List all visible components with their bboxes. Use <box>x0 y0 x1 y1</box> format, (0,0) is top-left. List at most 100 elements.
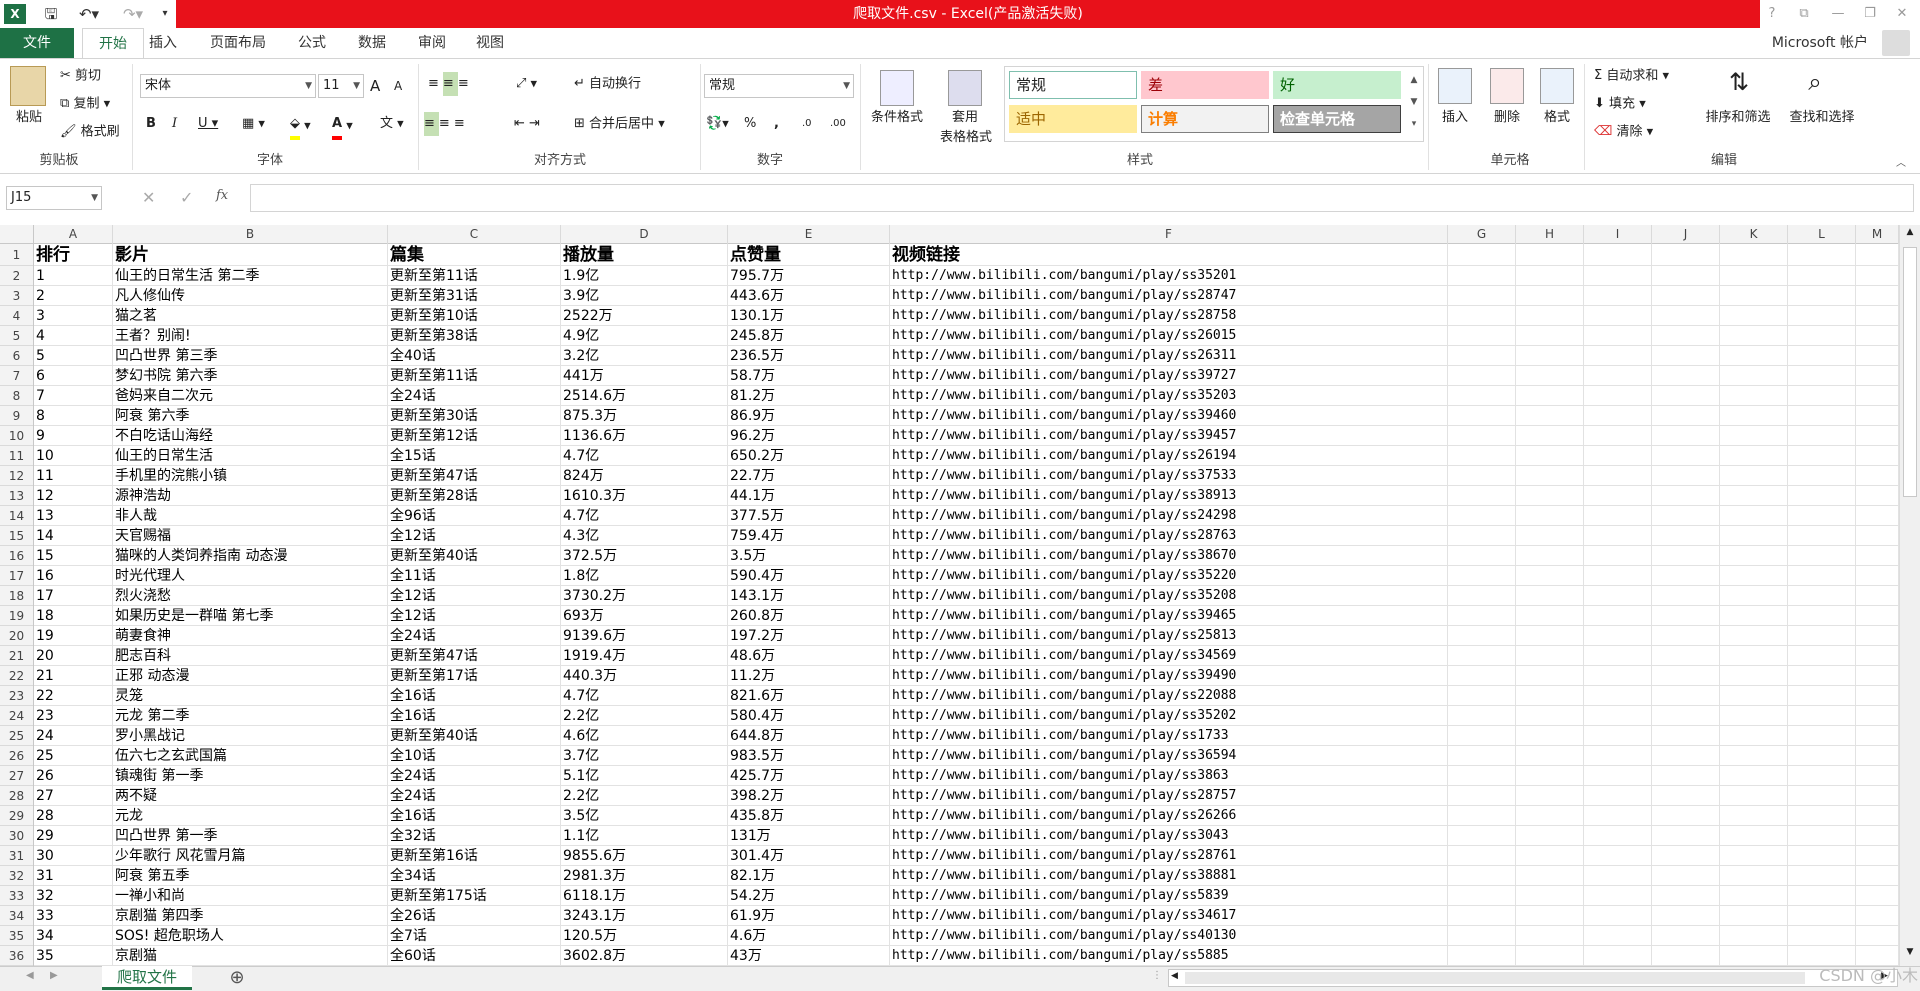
table-cell[interactable]: 源神浩劫 <box>113 486 388 506</box>
table-cell[interactable]: 20 <box>34 646 113 666</box>
clear-button[interactable]: ⌫ 清除 ▾ <box>1594 120 1674 144</box>
table-cell[interactable] <box>1856 406 1899 426</box>
table-cell[interactable] <box>1788 926 1856 946</box>
table-cell[interactable] <box>1652 346 1720 366</box>
row-header[interactable]: 25 <box>0 726 33 746</box>
row-header[interactable]: 8 <box>0 386 33 406</box>
table-cell[interactable]: 京剧猫 第四季 <box>113 906 388 926</box>
table-cell[interactable]: 48.6万 <box>728 646 890 666</box>
table-cell[interactable] <box>1788 846 1856 866</box>
table-cell[interactable] <box>1720 446 1788 466</box>
table-cell[interactable] <box>1448 946 1516 966</box>
bold-button[interactable]: B <box>146 112 164 136</box>
table-cell[interactable]: 凡人修仙传 <box>113 286 388 306</box>
column-header-m[interactable]: M <box>1856 225 1899 244</box>
enter-icon[interactable]: ✓ <box>180 188 200 208</box>
table-cell[interactable]: 3 <box>34 306 113 326</box>
table-cell[interactable]: 王者？别闹! <box>113 326 388 346</box>
table-cell[interactable]: 3.9亿 <box>561 286 728 306</box>
table-cell[interactable]: 2981.3万 <box>561 866 728 886</box>
table-cell[interactable]: http://www.bilibili.com/bangumi/play/ss2… <box>890 306 1448 326</box>
table-cell[interactable] <box>1652 626 1720 646</box>
table-cell[interactable]: 全34话 <box>388 866 561 886</box>
table-cell[interactable] <box>1584 786 1652 806</box>
split-handle-icon[interactable]: ⋮ <box>1152 970 1162 986</box>
decrease-decimal-button[interactable]: .00 <box>830 112 854 136</box>
table-cell[interactable]: 更新至第47话 <box>388 646 561 666</box>
sort-filter-button[interactable]: 排序和筛选 <box>1696 106 1780 130</box>
table-cell[interactable] <box>1584 806 1652 826</box>
table-cell[interactable] <box>1652 586 1720 606</box>
table-cell[interactable] <box>1584 446 1652 466</box>
table-cell[interactable]: 425.7万 <box>728 766 890 786</box>
table-cell[interactable]: 全24话 <box>388 786 561 806</box>
table-cell[interactable] <box>1788 626 1856 646</box>
tab-data[interactable]: 数据 <box>350 28 394 58</box>
row-header[interactable]: 24 <box>0 706 33 726</box>
gallery-scroll-icon[interactable]: ▲ ▼ ▾ <box>1407 69 1421 139</box>
table-cell[interactable] <box>1584 626 1652 646</box>
table-cell[interactable]: 398.2万 <box>728 786 890 806</box>
table-cell[interactable] <box>1788 306 1856 326</box>
table-cell[interactable] <box>1788 586 1856 606</box>
delete-cells-button[interactable]: 删除 <box>1488 106 1526 130</box>
table-cell[interactable] <box>1720 686 1788 706</box>
table-cell[interactable] <box>1584 706 1652 726</box>
format-cells-icon[interactable] <box>1540 68 1574 104</box>
conditional-format-button[interactable]: 条件格式 <box>864 106 930 130</box>
table-cell[interactable]: 全96话 <box>388 506 561 526</box>
table-cell[interactable]: http://www.bilibili.com/bangumi/play/ss2… <box>890 846 1448 866</box>
row-header[interactable]: 36 <box>0 946 33 966</box>
format-as-table-label2[interactable]: 表格格式 <box>930 126 1002 150</box>
table-cell[interactable]: 759.4万 <box>728 526 890 546</box>
table-cell[interactable] <box>1448 646 1516 666</box>
table-cell[interactable]: 8 <box>34 406 113 426</box>
table-cell[interactable] <box>1516 846 1584 866</box>
table-cell[interactable]: 1 <box>34 266 113 286</box>
table-cell[interactable] <box>1448 726 1516 746</box>
table-cell[interactable] <box>1856 366 1899 386</box>
add-sheet-button[interactable]: ⊕ <box>226 967 248 989</box>
row-header[interactable]: 3 <box>0 286 33 306</box>
table-cell[interactable]: 镇魂街 第一季 <box>113 766 388 786</box>
style-normal[interactable]: 常规 <box>1009 71 1137 99</box>
table-cell[interactable] <box>1788 566 1856 586</box>
table-cell[interactable] <box>1720 466 1788 486</box>
table-cell[interactable] <box>1584 566 1652 586</box>
table-cell[interactable]: 30 <box>34 846 113 866</box>
table-cell[interactable] <box>1856 706 1899 726</box>
table-cell[interactable] <box>1788 266 1856 286</box>
table-cell[interactable]: 全60话 <box>388 946 561 966</box>
table-cell[interactable] <box>1448 506 1516 526</box>
table-cell[interactable] <box>1516 566 1584 586</box>
table-cell[interactable] <box>1720 266 1788 286</box>
table-cell[interactable] <box>1720 386 1788 406</box>
table-cell[interactable]: 如果历史是一群喵 第七季 <box>113 606 388 626</box>
tab-file[interactable]: 文件 <box>0 28 74 58</box>
tab-formulas[interactable]: 公式 <box>290 28 334 58</box>
table-cell[interactable]: 3602.8万 <box>561 946 728 966</box>
table-cell[interactable]: 693万 <box>561 606 728 626</box>
table-cell[interactable] <box>1516 906 1584 926</box>
table-cell[interactable]: 54.2万 <box>728 886 890 906</box>
grow-font-button[interactable]: A <box>370 74 390 98</box>
table-cell[interactable] <box>1652 686 1720 706</box>
table-cell[interactable] <box>1720 646 1788 666</box>
table-cell[interactable] <box>1788 526 1856 546</box>
table-cell[interactable] <box>1652 526 1720 546</box>
table-cell[interactable] <box>1856 726 1899 746</box>
table-cell[interactable] <box>1788 346 1856 366</box>
table-cell[interactable] <box>1516 646 1584 666</box>
table-cell[interactable]: 824万 <box>561 466 728 486</box>
table-cell[interactable]: 全16话 <box>388 686 561 706</box>
table-cell[interactable] <box>1720 746 1788 766</box>
table-cell[interactable] <box>1516 826 1584 846</box>
table-cell[interactable] <box>1652 806 1720 826</box>
table-cell[interactable] <box>1584 846 1652 866</box>
help-button[interactable]: ? <box>1760 4 1784 24</box>
table-cell[interactable]: http://www.bilibili.com/bangumi/play/ss3… <box>890 586 1448 606</box>
table-cell[interactable]: 131万 <box>728 826 890 846</box>
table-cell[interactable]: 58.7万 <box>728 366 890 386</box>
table-cell[interactable]: 795.7万 <box>728 266 890 286</box>
table-cell[interactable]: 13 <box>34 506 113 526</box>
